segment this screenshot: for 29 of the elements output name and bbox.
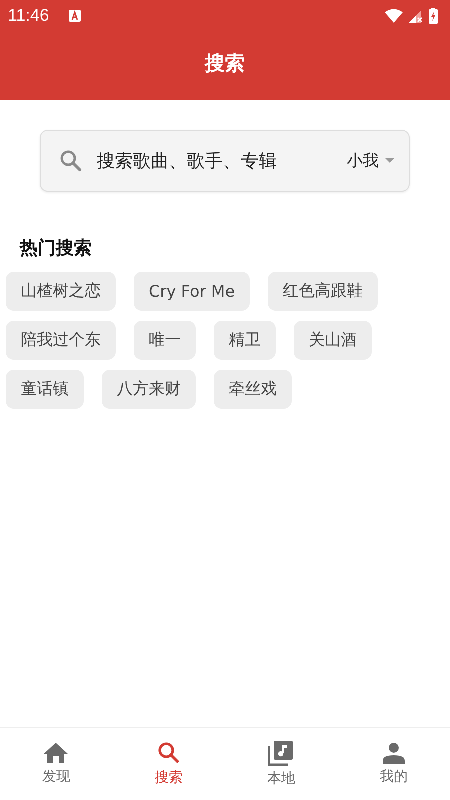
search-tag[interactable]: 陪我过个东: [6, 321, 116, 360]
search-tag[interactable]: Cry For Me: [134, 272, 250, 311]
search-tag[interactable]: 牵丝戏: [214, 370, 292, 409]
search-icon: [156, 741, 181, 765]
search-tag[interactable]: 童话镇: [6, 370, 84, 409]
battery-icon: [429, 8, 438, 24]
search-tag[interactable]: 关山酒: [294, 321, 372, 360]
section-heading: 热门搜索: [20, 237, 93, 260]
search-tag[interactable]: 红色高跟鞋: [268, 272, 378, 311]
search-icon: [59, 149, 83, 173]
caret-icon: [385, 158, 395, 164]
status-time: 11:46: [8, 6, 50, 26]
wifi-icon: [385, 9, 403, 23]
search-tag[interactable]: 精卫: [214, 321, 276, 360]
nav-tab[interactable]: 本地: [225, 728, 338, 800]
search-tag[interactable]: 唯一: [134, 321, 196, 360]
nav-tab[interactable]: 发现: [0, 728, 112, 800]
music-library-icon: [268, 740, 294, 766]
search-tag[interactable]: 山楂树之恋: [6, 272, 116, 311]
page-title: 搜索: [204, 50, 246, 77]
signal-icon: [409, 9, 423, 23]
search-tag[interactable]: 八方来财: [102, 370, 196, 409]
notification-icon: [69, 10, 82, 22]
nav-tab[interactable]: 我的: [338, 728, 450, 800]
nav-tab[interactable]: 搜索: [112, 728, 225, 800]
source-dropdown[interactable]: 小我: [347, 150, 395, 172]
person-icon: [382, 742, 405, 764]
search-field[interactable]: 搜索歌曲、歌手、专辑 小我: [40, 130, 410, 192]
home-icon: [44, 742, 68, 764]
